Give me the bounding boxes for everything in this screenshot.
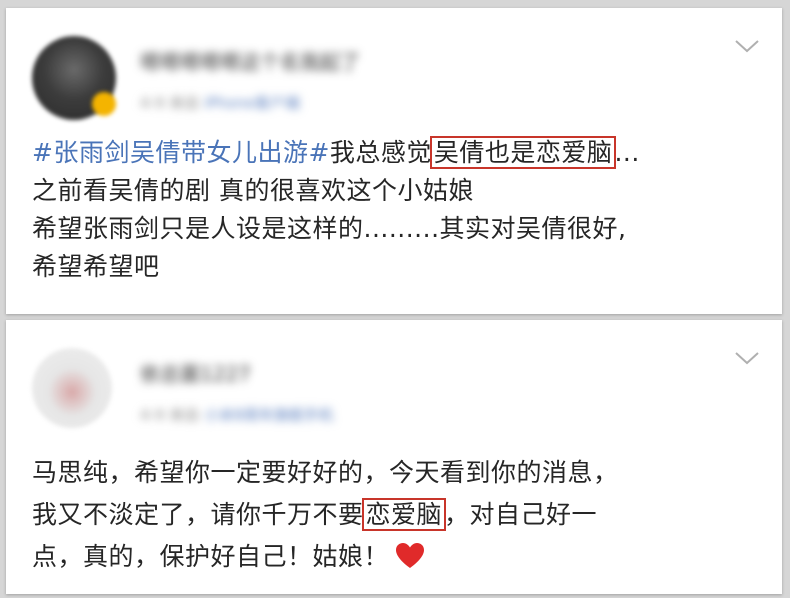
post-card: 依总菌1227 4-9 来自 小米8周年旗舰手机 马思纯，希望你一定要好好的，今… [6, 320, 782, 594]
post-meta: 4-9 来自 iPhone客户端 [140, 92, 300, 113]
chevron-down-icon[interactable] [734, 350, 760, 366]
topic-tag-link[interactable]: #张雨剑吴倩带女儿出游# [32, 138, 330, 167]
content-line: 希望希望吧 [32, 252, 160, 281]
post-source[interactable]: iPhone客户端 [204, 94, 300, 112]
verified-badge-icon [92, 92, 116, 116]
post-from-label: 来自 [169, 94, 200, 112]
post-time: 4-9 [140, 406, 165, 424]
post-content: #张雨剑吴倩带女儿出游#我总感觉吴倩也是恋爱脑... 之前看吴倩的剧 真的很喜欢… [32, 134, 762, 286]
content-line: 马思纯，希望你一定要好好的，今天看到你的消息， [32, 458, 619, 487]
post-content: 马思纯，希望你一定要好好的，今天看到你的消息， 我又不淡定了，请你千万不要恋爱脑… [32, 452, 762, 578]
highlighted-phrase: 恋爱脑 [361, 498, 447, 531]
post-from-label: 来自 [169, 406, 200, 424]
content-text: 我总感觉 [329, 138, 432, 167]
content-text: ... [614, 138, 640, 167]
content-line: 之前看吴倩的剧 真的很喜欢这个小姑娘 [32, 176, 474, 205]
post-meta: 4-9 来自 小米8周年旗舰手机 [140, 404, 334, 425]
content-text: 我又不淡定了，请你千万不要 [32, 500, 364, 529]
content-line: #张雨剑吴倩带女儿出游#我总感觉吴倩也是恋爱脑... [32, 134, 762, 172]
content-text: 点，真的，保护好自己！姑娘！ [32, 542, 390, 571]
chevron-down-icon[interactable] [734, 38, 760, 54]
avatar[interactable] [32, 348, 112, 428]
author-name[interactable]: 依总菌1227 [140, 358, 251, 387]
heart-icon [396, 543, 425, 568]
content-line: 点，真的，保护好自己！姑娘！ [32, 536, 762, 578]
author-name[interactable]: 嗯嗯嗯嗯嗯这个名我起了 [140, 46, 360, 75]
post-source[interactable]: 小米8周年旗舰手机 [204, 406, 334, 424]
post-time: 4-9 [140, 94, 165, 112]
content-line: 希望张雨剑只是人设是这样的.........其实对吴倩很好, [32, 214, 627, 243]
post-card: 嗯嗯嗯嗯嗯这个名我起了 4-9 来自 iPhone客户端 #张雨剑吴倩带女儿出游… [6, 8, 782, 314]
content-line: 我又不淡定了，请你千万不要恋爱脑，对自己好一 [32, 494, 762, 536]
highlighted-phrase: 吴倩也是恋爱脑 [429, 136, 617, 169]
content-text: ，对自己好一 [444, 500, 598, 529]
